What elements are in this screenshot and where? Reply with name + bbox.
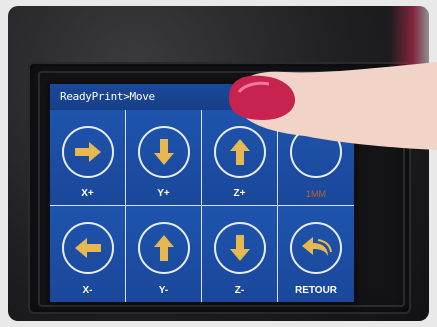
button-label-y-plus: Y+ — [157, 188, 170, 199]
button-label-z-plus: Z+ — [233, 188, 246, 199]
back-icon — [290, 222, 342, 275]
retour-button[interactable]: RETOUR — [278, 206, 354, 302]
move-z-minus-button[interactable]: Z- — [202, 206, 278, 302]
button-label-x-plus: X+ — [81, 188, 94, 199]
button-label-retour: RETOUR — [294, 285, 338, 296]
touch-screen: ReadyPrint>Move Z: X+ Y+ Z+ 1MM X- Y- Z-… — [50, 84, 354, 302]
move-y-plus-button[interactable]: Y+ — [126, 110, 202, 206]
move-y-minus-button[interactable]: Y- — [126, 206, 202, 302]
arrow-down-icon — [137, 125, 190, 178]
button-label-step-size: 1MM — [306, 189, 326, 199]
arrow-left-icon — [61, 222, 114, 275]
step-size-button[interactable]: 1MM — [278, 110, 354, 206]
move-x-minus-button[interactable]: X- — [50, 206, 126, 302]
background-right-edge — [389, 6, 429, 116]
arrow-up-icon — [213, 125, 266, 178]
title-bar: ReadyPrint>Move Z: — [50, 84, 354, 110]
button-label-x-minus: X- — [82, 285, 93, 296]
z-position-readout: Z: — [245, 90, 259, 103]
move-z-plus-button[interactable]: Z+ — [202, 110, 278, 206]
arrow-up-icon — [137, 222, 190, 275]
arrow-right-icon — [61, 125, 114, 178]
step-size-icon — [290, 125, 342, 178]
button-label-z-minus: Z- — [234, 285, 245, 296]
button-label-y-minus: Y- — [158, 285, 169, 296]
move-button-grid: X+ Y+ Z+ 1MM X- Y- Z- RETOUR — [50, 110, 354, 302]
move-x-plus-button[interactable]: X+ — [50, 110, 126, 206]
arrow-down-icon — [213, 222, 266, 275]
breadcrumb: ReadyPrint>Move — [60, 90, 155, 103]
